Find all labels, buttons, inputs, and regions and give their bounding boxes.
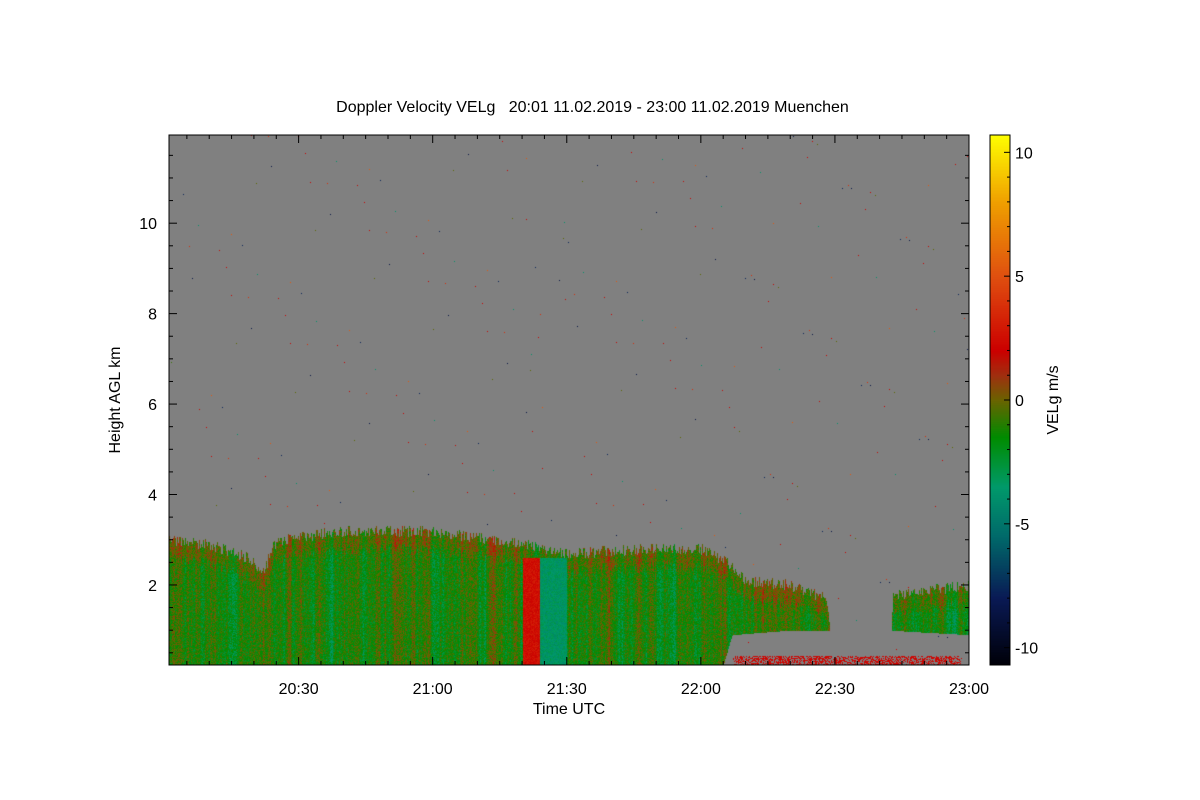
plot-frame (168, 134, 970, 666)
colorbar-tick-label: 10 (1015, 145, 1033, 162)
y-tick-label: 8 (148, 307, 157, 324)
x-tick-label: 23:00 (949, 681, 989, 698)
y-axis-label: Height AGL km (107, 346, 124, 453)
x-tick-label: 22:30 (815, 681, 855, 698)
axes: 20:30 21:00 21:30 22:00 22:30 23:00 2 4 6 8 10 10 5 0… (107, 134, 1062, 718)
colorbar-tick-label: -5 (1015, 517, 1029, 534)
y-tick-label: 4 (148, 488, 157, 505)
y-tick-label: 2 (148, 578, 157, 595)
x-tick-label: 20:30 (279, 681, 319, 698)
y-tick-label: 6 (148, 397, 157, 414)
colorbar-label: VELg m/s (1045, 365, 1062, 434)
x-tick-label: 21:00 (413, 681, 453, 698)
x-tick-label: 22:00 (681, 681, 721, 698)
colorbar-tick-label: 5 (1015, 269, 1024, 286)
colorbar-tick-label: -10 (1015, 641, 1038, 658)
y-tick-label: 10 (139, 216, 157, 233)
x-axis-label: Time UTC (533, 701, 605, 718)
colorbar-tick-label: 0 (1015, 393, 1024, 410)
x-tick-label: 21:30 (547, 681, 587, 698)
